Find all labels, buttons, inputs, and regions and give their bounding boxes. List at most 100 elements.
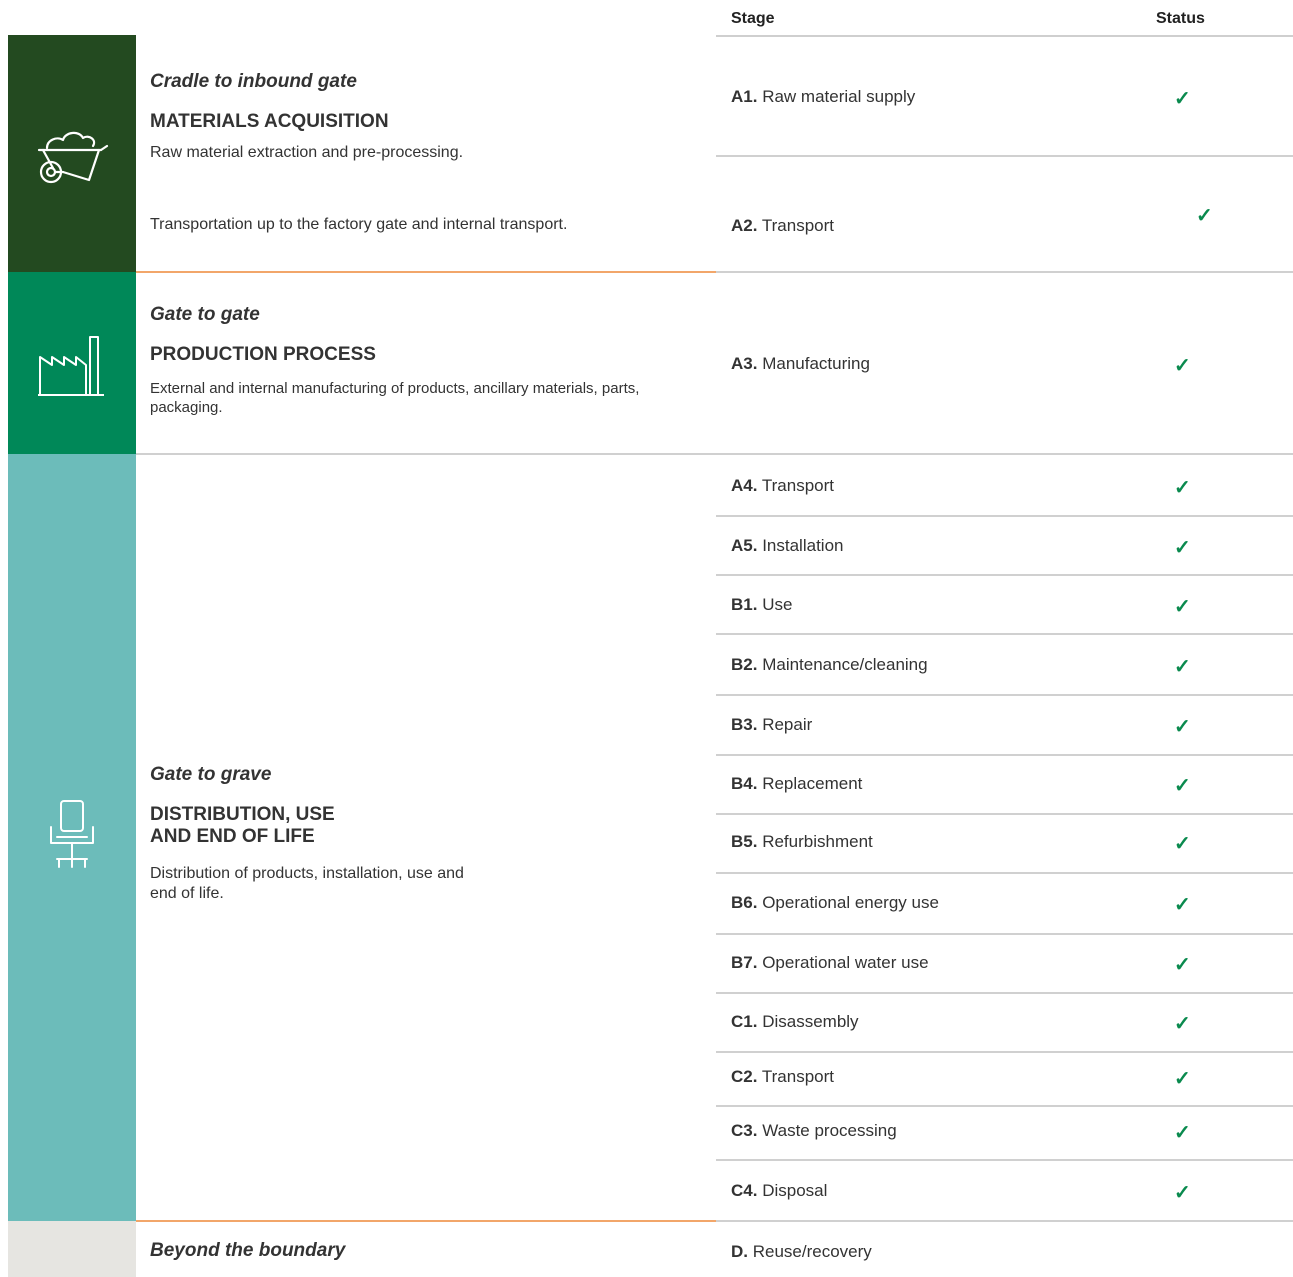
check-icon: ✓ bbox=[1174, 775, 1191, 797]
phase-title: MATERIALS ACQUISITION bbox=[150, 111, 389, 132]
check-icon: ✓ bbox=[1174, 537, 1191, 559]
section-divider bbox=[136, 453, 1293, 455]
stage-code: B4. bbox=[731, 774, 758, 793]
row-divider bbox=[716, 515, 1293, 517]
phase-description-line1: Distribution of products, installation, … bbox=[150, 864, 464, 882]
check-icon: ✓ bbox=[1174, 1122, 1191, 1144]
stage-name: Reuse/recovery bbox=[752, 1242, 872, 1261]
stage-row: A2. Transport ✓ bbox=[716, 157, 1293, 271]
row-divider bbox=[716, 1105, 1293, 1107]
stage-code: D. bbox=[731, 1242, 748, 1261]
phase-production: Gate to gate PRODUCTION PROCESS External… bbox=[150, 304, 690, 417]
stage-code: B2. bbox=[731, 655, 758, 674]
phase-description-line2: end of life. bbox=[150, 884, 224, 902]
stage-code: C2. bbox=[731, 1067, 758, 1086]
factory-icon bbox=[38, 336, 104, 396]
stage-name: Disposal bbox=[762, 1181, 828, 1200]
check-icon: ✓ bbox=[1174, 1182, 1191, 1204]
row-divider bbox=[716, 754, 1293, 756]
phase-beyond: Beyond the boundary bbox=[150, 1240, 690, 1262]
row-divider bbox=[716, 872, 1293, 874]
stage-row: A3. Manufacturing ✓ bbox=[716, 273, 1293, 453]
stage-code: C1. bbox=[731, 1012, 758, 1031]
phase-subtitle: Cradle to inbound gate bbox=[150, 71, 357, 92]
stage-name: Replacement bbox=[762, 774, 863, 793]
check-icon: ✓ bbox=[1174, 1013, 1191, 1035]
row-divider bbox=[716, 992, 1293, 994]
section-divider bbox=[136, 271, 716, 273]
phase-subtitle: Gate to grave bbox=[150, 764, 272, 785]
section-divider bbox=[136, 1220, 716, 1222]
check-icon: ✓ bbox=[1174, 656, 1191, 678]
stage-name: Transport bbox=[761, 476, 835, 495]
phase-description: External and internal manufacturing of p… bbox=[150, 379, 640, 416]
column-header-stage: Stage bbox=[731, 10, 775, 27]
stage-row: A1. Raw material supply ✓ bbox=[716, 37, 1293, 156]
stage-name: Waste processing bbox=[762, 1121, 897, 1140]
stage-code: B3. bbox=[731, 715, 758, 734]
stage-code: A4. bbox=[731, 476, 758, 495]
stage-code: C4. bbox=[731, 1181, 758, 1200]
check-icon: ✓ bbox=[1174, 596, 1191, 618]
stage-row: B1. Use ✓ bbox=[716, 595, 1293, 625]
stage-row: B4. Replacement ✓ bbox=[716, 774, 1293, 804]
stage-name: Transport bbox=[761, 1067, 835, 1086]
check-icon: ✓ bbox=[1174, 894, 1191, 916]
stage-name: Refurbishment bbox=[762, 832, 873, 851]
stage-name: Installation bbox=[762, 536, 844, 555]
production-band bbox=[8, 272, 136, 454]
stage-name: Repair bbox=[762, 715, 813, 734]
phase-distribution: Gate to grave DISTRIBUTION, USE AND END … bbox=[150, 764, 690, 904]
row-divider bbox=[716, 933, 1293, 935]
stage-name: Disassembly bbox=[762, 1012, 859, 1031]
phase-materials-transport: Transportation up to the factory gate an… bbox=[150, 215, 690, 235]
check-icon: ✓ bbox=[1174, 477, 1191, 499]
stage-code: A3. bbox=[731, 354, 758, 373]
stage-row: A5. Installation ✓ bbox=[716, 536, 1293, 566]
check-icon: ✓ bbox=[1174, 954, 1191, 976]
stage-row: C4. Disposal ✓ bbox=[716, 1181, 1293, 1211]
phase-title: PRODUCTION PROCESS bbox=[150, 344, 376, 365]
check-icon: ✓ bbox=[1196, 205, 1213, 227]
stage-row: B5. Refurbishment ✓ bbox=[716, 832, 1293, 862]
stage-name: Use bbox=[762, 595, 793, 614]
stage-code: B6. bbox=[731, 893, 758, 912]
stage-row: B2. Maintenance/cleaning ✓ bbox=[716, 655, 1293, 685]
stage-name: Maintenance/cleaning bbox=[762, 655, 928, 674]
row-divider bbox=[716, 813, 1293, 815]
phase-title-line1: DISTRIBUTION, USE bbox=[150, 804, 335, 825]
check-icon: ✓ bbox=[1174, 88, 1191, 110]
stage-code: A1. bbox=[731, 87, 758, 106]
stage-code: B5. bbox=[731, 832, 758, 851]
stage-row: A4. Transport ✓ bbox=[716, 476, 1293, 506]
beyond-band bbox=[8, 1221, 136, 1277]
office-chair-icon bbox=[50, 799, 94, 868]
row-divider bbox=[716, 1051, 1293, 1053]
stage-code: A2. bbox=[731, 216, 758, 235]
phase-subtitle: Beyond the boundary bbox=[150, 1240, 346, 1261]
wheelbarrow-icon bbox=[37, 131, 109, 183]
stage-row: C1. Disassembly ✓ bbox=[716, 1012, 1293, 1042]
distribution-band bbox=[8, 454, 136, 1221]
check-icon: ✓ bbox=[1174, 355, 1191, 377]
phase-subtitle: Gate to gate bbox=[150, 304, 260, 325]
stage-name: Raw material supply bbox=[762, 87, 916, 106]
check-icon: ✓ bbox=[1174, 833, 1191, 855]
row-divider bbox=[716, 694, 1293, 696]
stage-row: D. Reuse/recovery bbox=[716, 1222, 1293, 1277]
column-header-status: Status bbox=[1156, 10, 1205, 27]
stage-row: B6. Operational energy use ✓ bbox=[716, 893, 1293, 923]
stage-code: B7. bbox=[731, 953, 758, 972]
stage-row: B3. Repair ✓ bbox=[716, 715, 1293, 745]
row-divider bbox=[716, 633, 1293, 635]
stage-row: C3. Waste processing ✓ bbox=[716, 1121, 1293, 1151]
stage-code: B1. bbox=[731, 595, 758, 614]
stage-row: B7. Operational water use ✓ bbox=[716, 953, 1293, 983]
check-icon: ✓ bbox=[1174, 716, 1191, 738]
materials-band bbox=[8, 35, 136, 272]
stage-row: C2. Transport ✓ bbox=[716, 1067, 1293, 1097]
stage-name: Transport bbox=[761, 216, 835, 235]
stage-code: A5. bbox=[731, 536, 758, 555]
phase-description: Raw material extraction and pre-processi… bbox=[150, 143, 464, 161]
phase-title-line2: AND END OF LIFE bbox=[150, 825, 315, 847]
